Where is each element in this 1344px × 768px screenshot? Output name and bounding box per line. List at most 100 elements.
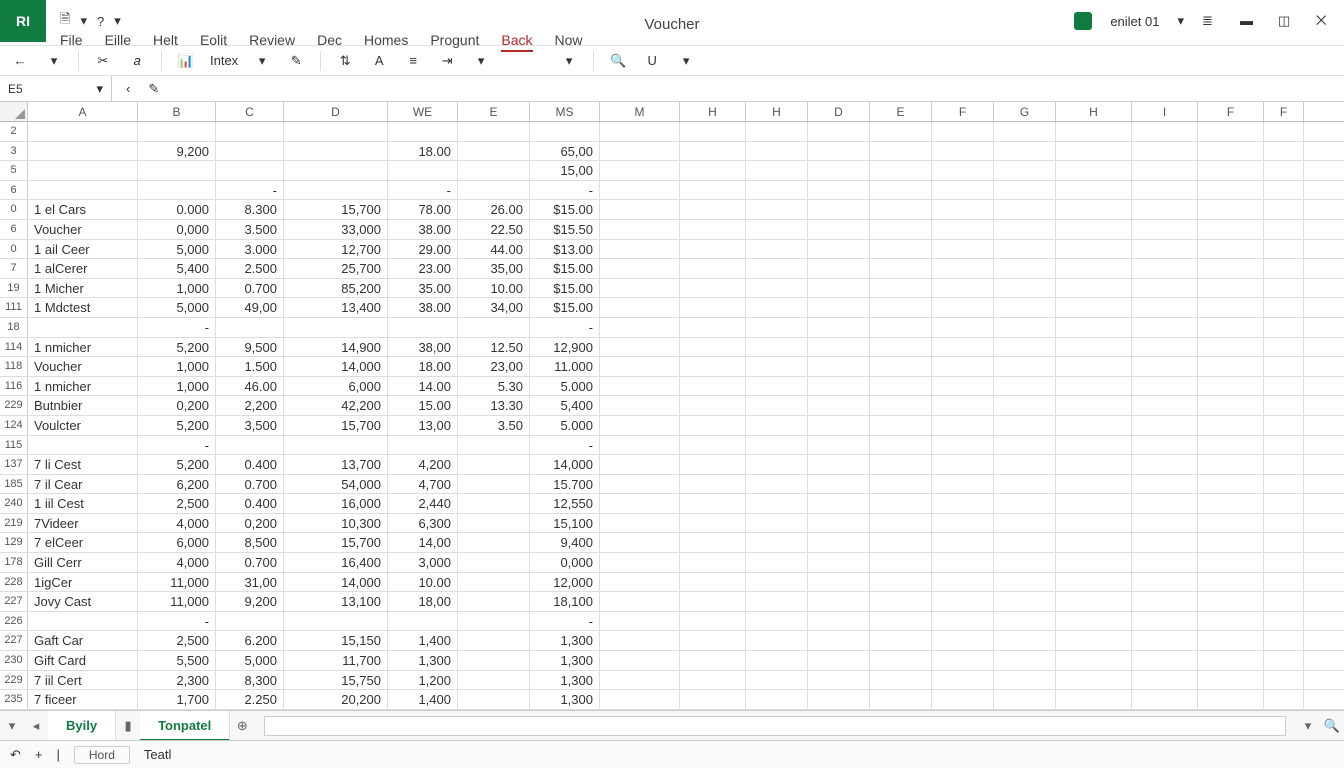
cell[interactable] bbox=[994, 416, 1056, 435]
cell[interactable] bbox=[458, 514, 530, 533]
cell[interactable] bbox=[600, 161, 680, 180]
tab-scroll-first-icon[interactable]: ▾ bbox=[0, 718, 24, 734]
cell[interactable] bbox=[808, 494, 870, 513]
cell[interactable] bbox=[932, 612, 994, 631]
cell[interactable] bbox=[1264, 338, 1304, 357]
cell[interactable] bbox=[458, 436, 530, 455]
cell[interactable] bbox=[1198, 396, 1264, 415]
cell[interactable] bbox=[870, 377, 932, 396]
cell[interactable] bbox=[216, 612, 284, 631]
cell[interactable] bbox=[388, 318, 458, 337]
cell[interactable] bbox=[216, 161, 284, 180]
cell[interactable] bbox=[1198, 455, 1264, 474]
row-header[interactable]: 19 bbox=[0, 279, 28, 298]
cell[interactable] bbox=[1132, 259, 1198, 278]
cell[interactable] bbox=[680, 396, 746, 415]
row-header[interactable]: 5 bbox=[0, 161, 28, 180]
cell[interactable] bbox=[808, 142, 870, 161]
cell[interactable] bbox=[932, 553, 994, 572]
cell[interactable]: - bbox=[530, 436, 600, 455]
cell[interactable] bbox=[932, 651, 994, 670]
cell[interactable]: 15,700 bbox=[284, 416, 388, 435]
cancel-formula-icon[interactable]: ‹ bbox=[126, 81, 130, 96]
cell[interactable] bbox=[600, 181, 680, 200]
cell[interactable] bbox=[1198, 240, 1264, 259]
cell[interactable]: 2,500 bbox=[138, 494, 216, 513]
cell[interactable] bbox=[870, 436, 932, 455]
cell[interactable] bbox=[994, 396, 1056, 415]
cell[interactable] bbox=[808, 318, 870, 337]
cell[interactable] bbox=[808, 416, 870, 435]
cell[interactable]: 14,000 bbox=[284, 357, 388, 376]
cell[interactable] bbox=[870, 200, 932, 219]
cell[interactable]: 38,00 bbox=[388, 338, 458, 357]
cell[interactable] bbox=[1056, 416, 1132, 435]
cell[interactable]: 1 iil Cest bbox=[28, 494, 138, 513]
cell[interactable] bbox=[746, 553, 808, 572]
cell[interactable] bbox=[1198, 338, 1264, 357]
cell[interactable] bbox=[808, 553, 870, 572]
row-header[interactable]: 116 bbox=[0, 377, 28, 396]
cell[interactable] bbox=[1198, 494, 1264, 513]
cell[interactable]: - bbox=[138, 318, 216, 337]
cell[interactable] bbox=[994, 181, 1056, 200]
dropdown-4-icon[interactable]: ▾ bbox=[559, 51, 579, 71]
cell[interactable] bbox=[1264, 200, 1304, 219]
cell[interactable] bbox=[1132, 671, 1198, 690]
cell[interactable] bbox=[600, 377, 680, 396]
cell[interactable] bbox=[1264, 592, 1304, 611]
cell[interactable] bbox=[994, 259, 1056, 278]
cell[interactable] bbox=[808, 592, 870, 611]
cell[interactable]: 9,200 bbox=[216, 592, 284, 611]
cell[interactable] bbox=[870, 514, 932, 533]
cell[interactable] bbox=[1264, 357, 1304, 376]
cell[interactable] bbox=[746, 220, 808, 239]
column-header-17[interactable]: F bbox=[1264, 102, 1304, 121]
cell[interactable] bbox=[870, 651, 932, 670]
cell[interactable] bbox=[808, 279, 870, 298]
cell[interactable] bbox=[746, 533, 808, 552]
cell[interactable] bbox=[870, 181, 932, 200]
spreadsheet-grid[interactable]: ABCDWEEMSMHHDEFGHIFF 239,20018.0065,0051… bbox=[0, 102, 1344, 710]
cell[interactable]: 6,000 bbox=[138, 533, 216, 552]
cell[interactable] bbox=[1264, 436, 1304, 455]
cell[interactable] bbox=[600, 279, 680, 298]
row-header[interactable]: 7 bbox=[0, 259, 28, 278]
cell[interactable]: 44.00 bbox=[458, 240, 530, 259]
cell[interactable] bbox=[458, 631, 530, 650]
cell[interactable] bbox=[1056, 475, 1132, 494]
column-header-12[interactable]: F bbox=[932, 102, 994, 121]
cell[interactable]: 46.00 bbox=[216, 377, 284, 396]
row-header[interactable]: 18 bbox=[0, 318, 28, 337]
row-header[interactable]: 0 bbox=[0, 200, 28, 219]
cell[interactable] bbox=[932, 631, 994, 650]
cell[interactable] bbox=[1132, 298, 1198, 317]
cell[interactable] bbox=[1264, 651, 1304, 670]
cell[interactable] bbox=[600, 298, 680, 317]
cell[interactable] bbox=[870, 573, 932, 592]
cell[interactable] bbox=[1056, 436, 1132, 455]
cell[interactable] bbox=[1056, 122, 1132, 141]
cell[interactable] bbox=[994, 494, 1056, 513]
tab-color-icon[interactable]: ▮ bbox=[116, 718, 140, 734]
cell[interactable]: 7 li Cest bbox=[28, 455, 138, 474]
column-header-5[interactable]: E bbox=[458, 102, 530, 121]
cell[interactable] bbox=[994, 200, 1056, 219]
cell[interactable] bbox=[1198, 200, 1264, 219]
cell[interactable] bbox=[1264, 553, 1304, 572]
cell[interactable] bbox=[808, 259, 870, 278]
cell[interactable] bbox=[1132, 455, 1198, 474]
cell[interactable] bbox=[808, 240, 870, 259]
cell[interactable] bbox=[1198, 181, 1264, 200]
menu-homes[interactable]: Homes bbox=[364, 32, 408, 52]
cell[interactable] bbox=[1056, 318, 1132, 337]
cell[interactable] bbox=[1056, 200, 1132, 219]
cell[interactable]: 18.00 bbox=[388, 357, 458, 376]
cell[interactable] bbox=[808, 377, 870, 396]
cell[interactable]: 4,000 bbox=[138, 514, 216, 533]
cell[interactable] bbox=[1198, 122, 1264, 141]
cell[interactable]: Butnbier bbox=[28, 396, 138, 415]
cell[interactable]: 11.000 bbox=[530, 357, 600, 376]
row-header[interactable]: 6 bbox=[0, 220, 28, 239]
cell[interactable] bbox=[994, 533, 1056, 552]
